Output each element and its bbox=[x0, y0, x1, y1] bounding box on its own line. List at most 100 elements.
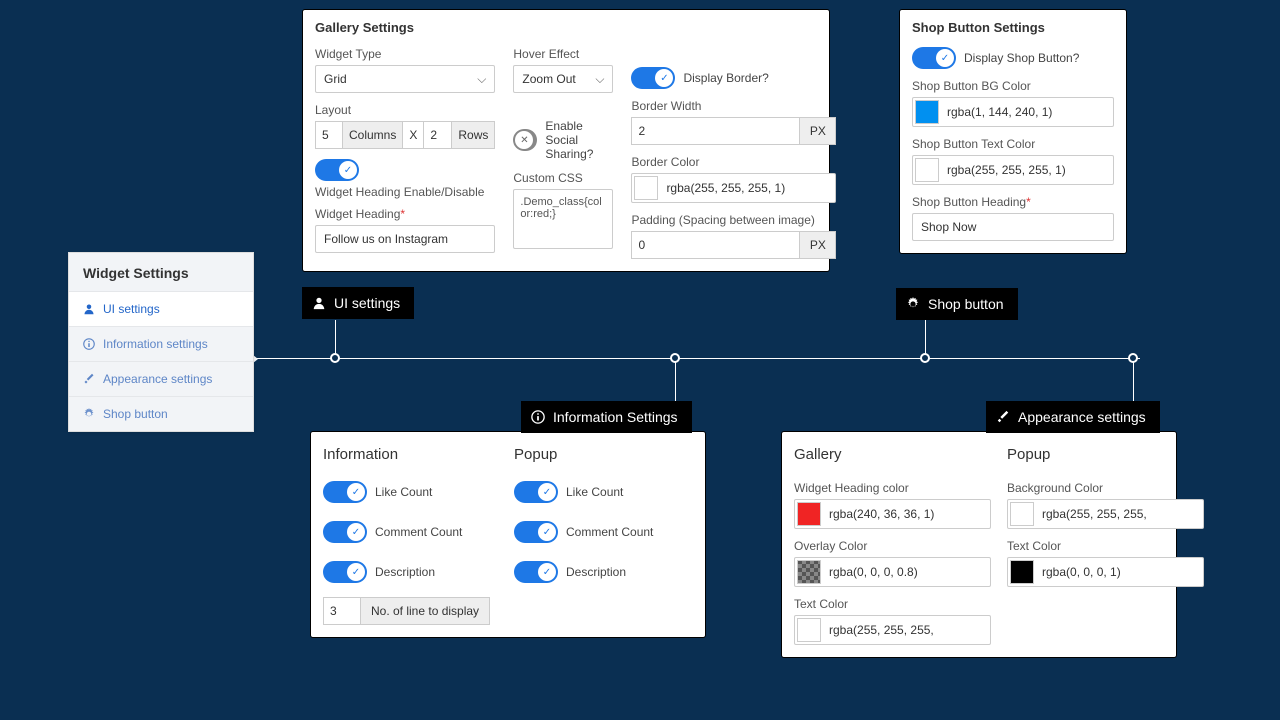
widget-heading-toggle[interactable]: ✓ bbox=[315, 159, 359, 181]
sidebar-item-label: Appearance settings bbox=[103, 372, 212, 386]
sidebar-title: Widget Settings bbox=[69, 253, 253, 291]
display-shop-button-label: Display Shop Button? bbox=[964, 51, 1079, 65]
sidebar-item-information-settings[interactable]: Information settings bbox=[69, 326, 253, 361]
widget-settings-sidebar: Widget Settings UI settings Information … bbox=[68, 252, 254, 432]
layout-input-group: Columns X Rows bbox=[315, 121, 495, 149]
color-swatch bbox=[797, 618, 821, 642]
rows-label: Rows bbox=[452, 121, 495, 149]
text-color-label: Text Color bbox=[794, 597, 991, 611]
widget-heading-label: Widget Heading* bbox=[315, 207, 495, 221]
shop-button-panel: Shop Button Settings ✓ Display Shop Butt… bbox=[899, 9, 1127, 254]
shop-heading-input[interactable] bbox=[912, 213, 1114, 241]
text-color-input[interactable] bbox=[794, 615, 991, 645]
info-comment-toggle[interactable]: ✓ bbox=[323, 521, 367, 543]
sidebar-item-ui-settings[interactable]: UI settings bbox=[69, 291, 253, 326]
sidebar-item-appearance-settings[interactable]: Appearance settings bbox=[69, 361, 253, 396]
popup-column-title: Popup bbox=[514, 446, 693, 463]
panel-title: Shop Button Settings bbox=[900, 10, 1126, 43]
shop-button-tag: Shop button bbox=[896, 288, 1018, 320]
border-width-input[interactable] bbox=[631, 117, 800, 145]
color-swatch bbox=[797, 560, 821, 584]
color-swatch bbox=[634, 176, 658, 200]
bg-color-label: Background Color bbox=[1007, 481, 1204, 495]
widget-type-label: Widget Type bbox=[315, 47, 495, 61]
info-icon bbox=[83, 338, 95, 350]
shop-bg-color-label: Shop Button BG Color bbox=[912, 79, 1114, 93]
connector-node bbox=[920, 353, 930, 363]
border-color-label: Border Color bbox=[631, 155, 836, 169]
sidebar-item-shop-button[interactable]: Shop button bbox=[69, 396, 253, 431]
overlay-color-label: Overlay Color bbox=[794, 539, 991, 553]
layout-separator: X bbox=[403, 121, 424, 149]
color-swatch bbox=[797, 502, 821, 526]
heading-color-input[interactable] bbox=[794, 499, 991, 529]
gallery-settings-panel: Gallery Settings Widget Type Grid ⌵ Layo… bbox=[302, 9, 830, 272]
display-border-toggle[interactable]: ✓ bbox=[631, 67, 675, 89]
sidebar-item-label: UI settings bbox=[103, 302, 160, 316]
paintbrush-icon bbox=[996, 410, 1010, 424]
overlay-color-input[interactable] bbox=[794, 557, 991, 587]
color-swatch bbox=[1010, 560, 1034, 584]
heading-color-label: Widget Heading color bbox=[794, 481, 991, 495]
panel-title: Gallery Settings bbox=[303, 10, 829, 43]
chevron-down-icon: ⌵ bbox=[477, 72, 486, 87]
paintbrush-icon bbox=[83, 373, 95, 385]
connector-node bbox=[1128, 353, 1138, 363]
hover-effect-label: Hover Effect bbox=[513, 47, 613, 61]
shop-text-color-label: Shop Button Text Color bbox=[912, 137, 1114, 151]
popup-comment-toggle[interactable]: ✓ bbox=[514, 521, 558, 543]
gallery-column-title: Gallery bbox=[794, 446, 991, 463]
connector-node bbox=[330, 353, 340, 363]
custom-css-label: Custom CSS bbox=[513, 171, 613, 185]
layout-label: Layout bbox=[315, 103, 495, 117]
popup-like-toggle[interactable]: ✓ bbox=[514, 481, 558, 503]
user-icon bbox=[312, 296, 326, 310]
info-like-toggle[interactable]: ✓ bbox=[323, 481, 367, 503]
information-column-title: Information bbox=[323, 446, 502, 463]
sidebar-item-label: Shop button bbox=[103, 407, 168, 421]
text-color-label: Text Color bbox=[1007, 539, 1204, 553]
sidebar-item-label: Information settings bbox=[103, 337, 208, 351]
unit-label: PX bbox=[800, 117, 836, 145]
color-swatch bbox=[915, 158, 939, 182]
popup-column-title: Popup bbox=[1007, 446, 1204, 463]
shop-bg-color-input[interactable] bbox=[912, 97, 1114, 127]
shop-heading-label: Shop Button Heading* bbox=[912, 195, 1114, 209]
info-icon bbox=[531, 410, 545, 424]
appearance-settings-panel: Gallery Widget Heading color Overlay Col… bbox=[781, 431, 1177, 658]
lines-label: No. of line to display bbox=[361, 597, 490, 625]
display-shop-button-toggle[interactable]: ✓ bbox=[912, 47, 956, 69]
appearance-settings-tag: Appearance settings bbox=[986, 401, 1160, 433]
rows-input[interactable] bbox=[424, 121, 452, 149]
info-desc-toggle[interactable]: ✓ bbox=[323, 561, 367, 583]
widget-type-select[interactable]: Grid ⌵ bbox=[315, 65, 495, 93]
connector-horizontal bbox=[254, 358, 1140, 359]
color-swatch bbox=[915, 100, 939, 124]
shop-text-color-input[interactable] bbox=[912, 155, 1114, 185]
social-sharing-toggle[interactable]: ✕ bbox=[513, 129, 537, 151]
connector-vertical bbox=[1133, 358, 1134, 402]
connector-node bbox=[670, 353, 680, 363]
connector-vertical bbox=[675, 358, 676, 402]
popup-desc-toggle[interactable]: ✓ bbox=[514, 561, 558, 583]
border-width-label: Border Width bbox=[631, 99, 836, 113]
widget-heading-toggle-label: Widget Heading Enable/Disable bbox=[315, 185, 495, 199]
text-color-input[interactable] bbox=[1007, 557, 1204, 587]
bg-color-input[interactable] bbox=[1007, 499, 1204, 529]
information-settings-panel: Information ✓Like Count ✓Comment Count ✓… bbox=[310, 431, 706, 638]
display-border-label: Display Border? bbox=[683, 71, 768, 85]
social-sharing-label: Enable Social Sharing? bbox=[545, 119, 613, 161]
lines-input[interactable] bbox=[323, 597, 361, 625]
ui-settings-tag: UI settings bbox=[302, 287, 414, 319]
custom-css-textarea[interactable]: .Demo_class{color:red;} bbox=[513, 189, 613, 249]
padding-label: Padding (Spacing between image) bbox=[631, 213, 836, 227]
hover-effect-select[interactable]: Zoom Out ⌵ bbox=[513, 65, 613, 93]
color-swatch bbox=[1010, 502, 1034, 526]
widget-heading-input[interactable] bbox=[315, 225, 495, 253]
user-icon bbox=[83, 303, 95, 315]
padding-input[interactable] bbox=[631, 231, 800, 259]
border-color-input[interactable] bbox=[631, 173, 836, 203]
gear-icon bbox=[906, 297, 920, 311]
columns-input[interactable] bbox=[315, 121, 343, 149]
columns-label: Columns bbox=[343, 121, 403, 149]
